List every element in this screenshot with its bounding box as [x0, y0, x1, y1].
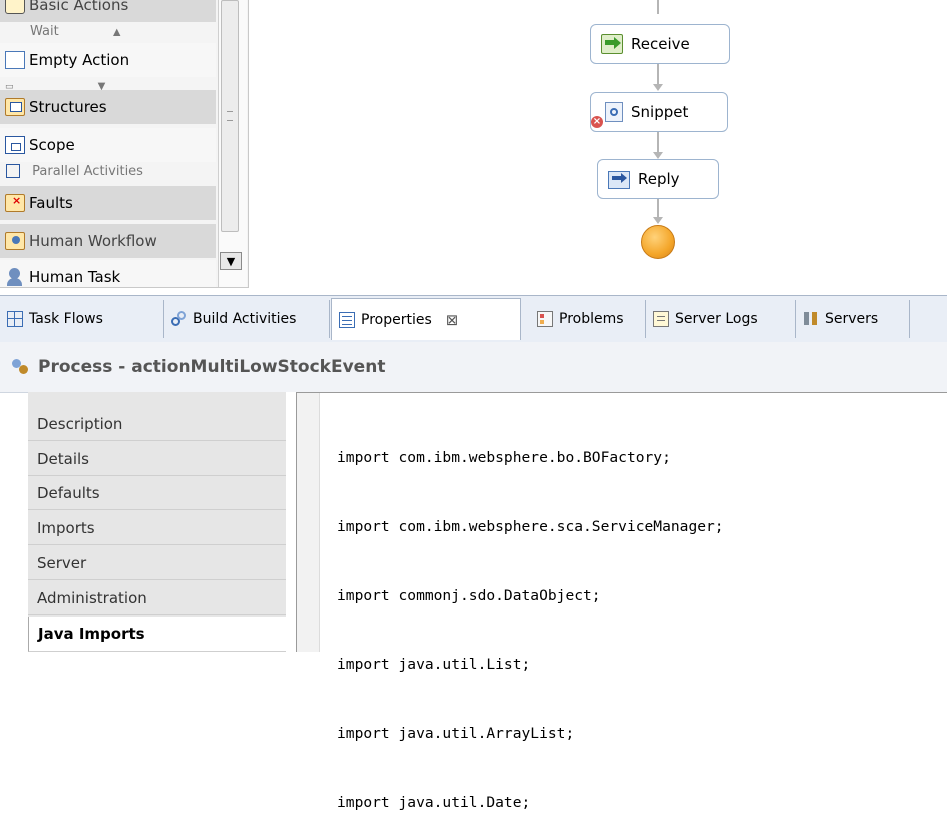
snippet-icon	[601, 102, 623, 122]
palette-drawer-basic-actions[interactable]: Basic Actions	[0, 0, 216, 22]
editor-gutter	[297, 393, 320, 652]
palette-drawer-faults[interactable]: × Faults	[0, 186, 216, 220]
process-icon	[10, 357, 30, 377]
server-logs-icon	[653, 311, 669, 327]
chevron-down-icon: ▼	[226, 254, 236, 268]
node-label: Snippet	[631, 103, 689, 121]
palette-drawer-label: Human Workflow	[29, 232, 157, 250]
empty-action-icon	[5, 51, 25, 69]
side-item-details[interactable]: Details	[28, 443, 286, 476]
palette-item-data-map-partial[interactable]: ▭ ▼	[0, 78, 216, 90]
human-task-icon	[5, 268, 25, 286]
code-line[interactable]: import com.ibm.websphere.sca.ServiceMana…	[337, 515, 724, 538]
structures-icon	[5, 98, 25, 116]
palette-item-label: Parallel Activities	[32, 164, 143, 178]
side-item-server[interactable]: Server	[28, 547, 286, 580]
palette-item-scope[interactable]: Scope	[0, 128, 216, 162]
tab-label: Properties	[361, 311, 432, 328]
palette: Basic Actions Wait ▲ Empty Action ▭ ▼ St…	[0, 0, 249, 288]
tab-properties[interactable]: Properties ⊠	[331, 298, 521, 340]
properties-header: Process - actionMultiLowStockEvent	[0, 342, 947, 393]
arrow-down-icon	[653, 152, 663, 159]
side-item-label: Java Imports	[38, 625, 145, 643]
arrow-down-icon	[653, 84, 663, 91]
scroll-up-icon: ▲	[112, 27, 121, 36]
tab-label: Problems	[559, 311, 624, 327]
palette-item-wait-partial[interactable]: Wait ▲	[0, 24, 216, 36]
palette-item-empty-action[interactable]: Empty Action	[0, 43, 216, 77]
palette-item-label: Wait	[30, 24, 59, 36]
flow-connector	[657, 0, 659, 14]
palette-item-label: Human Task	[29, 268, 121, 286]
build-activities-icon	[171, 311, 187, 327]
grip-icon	[227, 111, 233, 121]
palette-drawer-label: Structures	[29, 98, 107, 116]
side-item-label: Imports	[37, 519, 95, 537]
end-node[interactable]	[641, 225, 675, 259]
close-icon[interactable]: ⊠	[446, 311, 459, 329]
palette-scrollbar-thumb[interactable]	[221, 0, 239, 232]
node-label: Receive	[631, 35, 690, 53]
tab-server-logs[interactable]: Server Logs	[646, 300, 796, 338]
tab-servers[interactable]: Servers	[796, 300, 910, 338]
tab-task-flows[interactable]: Task Flows	[0, 300, 164, 338]
snippet-node[interactable]: Snippet	[590, 92, 728, 132]
side-item-description[interactable]: Description	[28, 408, 286, 441]
arrow-down-icon	[653, 217, 663, 224]
code-text[interactable]: import com.ibm.websphere.bo.BOFactory; i…	[337, 400, 724, 837]
palette-item-parallel-partial[interactable]: Parallel Activities	[0, 164, 216, 178]
tab-label: Build Activities	[193, 311, 297, 327]
palette-item-label: Scope	[29, 136, 75, 154]
palette-scroll-down-button[interactable]: ▼	[220, 252, 242, 270]
receive-node[interactable]: Receive	[590, 24, 730, 64]
palette-item-human-task[interactable]: Human Task	[0, 260, 216, 287]
tab-label: Server Logs	[675, 311, 758, 327]
palette-drawer-label: Faults	[29, 194, 73, 212]
problems-icon	[537, 311, 553, 327]
tab-build-activities[interactable]: Build Activities	[164, 300, 330, 338]
node-label: Reply	[638, 170, 680, 188]
palette-drawer-structures[interactable]: Structures	[0, 90, 216, 124]
code-line[interactable]: import java.util.List;	[337, 653, 724, 676]
reply-icon	[608, 169, 630, 189]
palette-drawer-human-workflow[interactable]: Human Workflow	[0, 224, 216, 258]
task-flows-icon	[7, 311, 23, 327]
side-item-label: Defaults	[37, 484, 100, 502]
scope-icon	[5, 136, 25, 154]
side-item-label: Description	[37, 415, 123, 433]
human-workflow-icon	[5, 232, 25, 250]
receive-icon	[601, 34, 623, 54]
error-badge-icon[interactable]: ×	[591, 116, 603, 128]
scroll-down-icon: ▼	[97, 81, 106, 90]
tab-label: Task Flows	[29, 311, 103, 327]
faults-icon: ×	[5, 194, 25, 212]
palette-item-label: Empty Action	[29, 51, 130, 69]
side-item-administration[interactable]: Administration	[28, 582, 286, 615]
code-line[interactable]: import java.util.ArrayList;	[337, 722, 724, 745]
parallel-activities-icon	[6, 164, 20, 178]
code-line[interactable]: import java.util.Date;	[337, 791, 724, 814]
side-item-label: Details	[37, 450, 90, 468]
tab-label: Servers	[825, 311, 879, 327]
data-map-icon: ▭	[5, 82, 14, 90]
code-line[interactable]: import commonj.sdo.DataObject;	[337, 584, 724, 607]
code-line[interactable]: import com.ibm.websphere.bo.BOFactory;	[337, 446, 724, 469]
page-title: Process - actionMultiLowStockEvent	[38, 357, 386, 377]
side-item-label: Administration	[37, 589, 147, 607]
side-item-label: Server	[37, 554, 87, 572]
basic-actions-icon	[5, 0, 25, 14]
reply-node[interactable]: Reply	[597, 159, 719, 199]
servers-icon	[803, 311, 819, 327]
panel-divider	[286, 392, 296, 652]
properties-icon	[339, 311, 355, 328]
side-item-defaults[interactable]: Defaults	[28, 477, 286, 510]
side-item-imports[interactable]: Imports	[28, 512, 286, 545]
tab-problems[interactable]: Problems	[530, 300, 646, 338]
palette-drawer-label: Basic Actions	[29, 0, 129, 14]
side-item-java-imports[interactable]: Java Imports	[28, 617, 286, 652]
